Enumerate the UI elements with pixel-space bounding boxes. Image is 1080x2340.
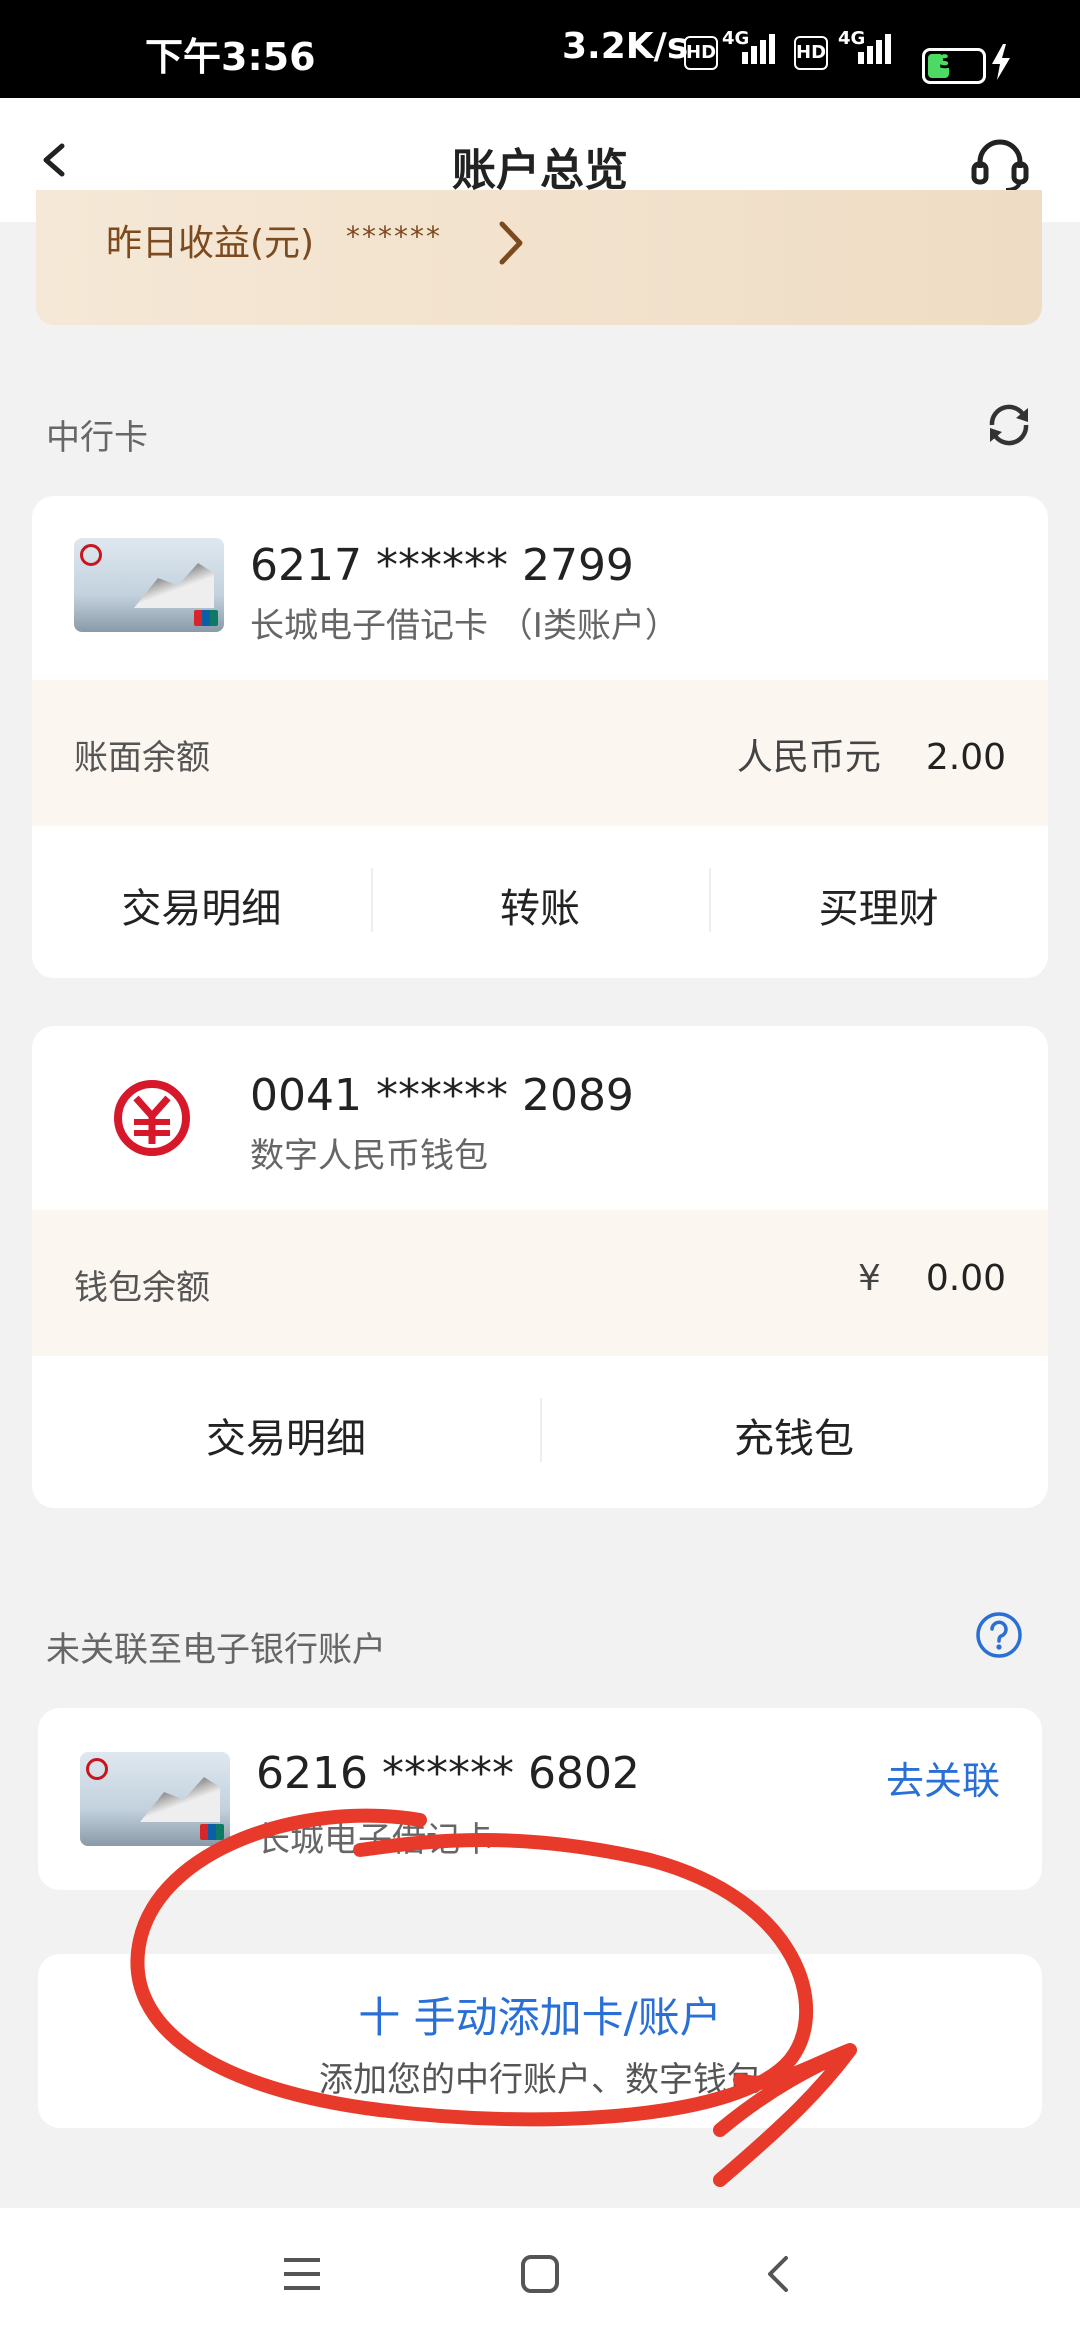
- status-bar: 下午3:56 3.2K/s HD 4G HD 4G 37: [0, 0, 1080, 98]
- refresh-icon[interactable]: [984, 400, 1034, 450]
- wallet-balance-amount: 0.00: [925, 1258, 1006, 1299]
- yesterday-earnings[interactable]: 昨日收益(元) ******: [36, 190, 1042, 325]
- wallet-type: 数字人民币钱包: [250, 1136, 488, 1176]
- battery-icon: 37: [922, 48, 986, 84]
- account-card[interactable]: 6217 ****** 2799 长城电子借记卡 （I类账户） 账面余额 人民币…: [32, 496, 1048, 978]
- back-icon[interactable]: [762, 2254, 792, 2294]
- balance-amount: 2.00: [925, 737, 1006, 778]
- headset-icon[interactable]: [970, 134, 1030, 194]
- balance-value: 人民币元 2.00: [737, 728, 1006, 780]
- wallet-transaction-details-button[interactable]: 交易明细: [32, 1406, 540, 1464]
- chevron-right-icon: [499, 221, 523, 265]
- wallet-balance-label: 钱包余额: [74, 1268, 210, 1308]
- currency-label: 人民币元: [736, 737, 881, 778]
- card-actions: 交易明细 转账 买理财: [32, 868, 1048, 934]
- transaction-details-button[interactable]: 交易明细: [32, 876, 371, 934]
- transfer-button[interactable]: 转账: [370, 868, 710, 934]
- battery-level: 37: [938, 49, 970, 74]
- top-up-wallet-button[interactable]: 充钱包: [540, 1398, 1048, 1464]
- wallet-number: 0041 ****** 2089: [250, 1070, 634, 1121]
- card-number: 6217 ****** 2799: [250, 540, 634, 591]
- yesterday-earnings-value: ******: [346, 220, 442, 253]
- hd-icon: HD: [794, 36, 828, 70]
- wallet-actions: 交易明细 充钱包: [32, 1398, 1048, 1464]
- bank-card-image: [74, 538, 224, 632]
- section-title-boc: 中行卡: [46, 418, 148, 458]
- wallet-card[interactable]: 0041 ****** 2089 数字人民币钱包 钱包余额 ¥ 0.00 交易明…: [32, 1026, 1048, 1508]
- signal-icon: [742, 34, 778, 74]
- home-icon[interactable]: [520, 2254, 560, 2294]
- charging-icon: [992, 44, 1010, 80]
- status-time: 下午3:56: [145, 35, 316, 79]
- network-speed: 3.2K/s: [562, 26, 689, 67]
- wallet-balance-row: 钱包余额 ¥ 0.00: [32, 1210, 1048, 1356]
- digital-rmb-icon: [114, 1080, 190, 1156]
- menu-icon[interactable]: [282, 2256, 322, 2292]
- signal-icon: [858, 34, 894, 74]
- page-title: 账户总览: [452, 145, 628, 196]
- buy-wealth-button[interactable]: 买理财: [709, 868, 1048, 934]
- wallet-balance-value: ¥ 0.00: [858, 1258, 1006, 1299]
- help-icon[interactable]: [974, 1610, 1024, 1660]
- hd-icon: HD: [684, 36, 718, 70]
- balance-label: 账面余额: [74, 738, 210, 778]
- card-type: 长城电子借记卡 （I类账户）: [250, 606, 679, 646]
- section-title-unlinked: 未关联至电子银行账户: [46, 1630, 386, 1670]
- annotation-circle-arrow: [130, 1808, 857, 2187]
- yesterday-earnings-label: 昨日收益(元): [106, 223, 315, 264]
- system-nav-bar: [0, 2208, 1080, 2340]
- currency-label: ¥: [858, 1258, 881, 1299]
- balance-row: 账面余额 人民币元 2.00: [32, 680, 1048, 826]
